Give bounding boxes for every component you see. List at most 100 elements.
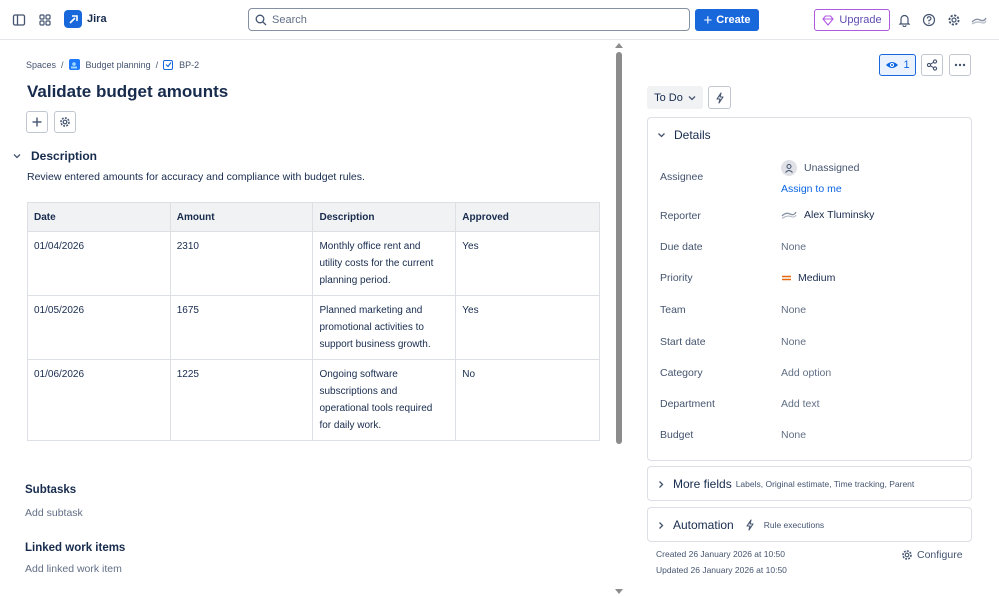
priority-medium-icon — [782, 275, 791, 281]
plus-icon: + — [703, 11, 713, 29]
sidebar-toggle-icon[interactable] — [8, 9, 30, 31]
lightning-icon — [746, 519, 754, 531]
description-line: Monthly office rent and — [319, 241, 421, 252]
team-value[interactable]: None — [781, 304, 806, 316]
chevron-right-icon — [659, 521, 664, 529]
more-fields-header[interactable]: More fields Labels, Original estimate, T… — [657, 477, 914, 491]
search-box[interactable] — [248, 8, 690, 31]
help-icon[interactable] — [918, 9, 940, 31]
description-line: utility costs for the current — [319, 258, 434, 269]
watch-button[interactable]: 1 — [879, 54, 916, 76]
amount-cell: 1225 — [169, 359, 314, 441]
details-header[interactable]: Details — [657, 128, 711, 142]
automation-actions-button[interactable] — [708, 86, 731, 109]
column-header: Description — [312, 202, 457, 232]
breadcrumb-project[interactable]: Budget planning — [86, 60, 151, 70]
breadcrumb-issue-key[interactable]: BP-2 — [179, 60, 199, 70]
description-line: for daily work. — [319, 420, 382, 431]
budget-table: Date Amount Description Approved 01/04/2… — [27, 202, 600, 441]
settings-gear-icon[interactable] — [943, 9, 965, 31]
table-row: 01/04/2026 2310 Monthly office rent and … — [27, 231, 600, 296]
start-date-label: Start date — [660, 336, 706, 348]
approved-cell: Yes — [455, 295, 600, 360]
assignee-value[interactable]: Unassigned — [781, 160, 859, 176]
description-cell: Monthly office rent and utility costs fo… — [312, 231, 457, 296]
reporter-value[interactable]: Alex Tluminsky — [781, 209, 874, 221]
chevron-down-icon — [658, 133, 665, 138]
description-cell: Ongoing software subscriptions and opera… — [312, 359, 457, 441]
jira-logo[interactable]: Jira — [64, 10, 107, 28]
reporter-avatar-icon — [781, 211, 797, 219]
page-title[interactable]: Validate budget amounts — [27, 82, 228, 102]
description-heading[interactable]: Description — [9, 149, 97, 163]
team-label: Team — [660, 304, 686, 316]
description-line: operational tools required — [319, 403, 433, 414]
description-heading-label: Description — [31, 149, 98, 163]
description-line: subscriptions and — [319, 386, 398, 397]
task-checkbox-icon — [163, 59, 174, 70]
notifications-icon[interactable] — [893, 9, 915, 31]
description-line: promotional activities to — [319, 322, 424, 333]
date-cell: 01/06/2026 — [27, 359, 171, 441]
create-button[interactable]: + Create — [695, 9, 759, 31]
description-cell: Planned marketing and promotional activi… — [312, 295, 457, 360]
category-label: Category — [660, 367, 703, 379]
share-button[interactable] — [921, 54, 943, 76]
scroll-up-arrow[interactable] — [615, 43, 623, 48]
add-subtask-link[interactable]: Add subtask — [25, 507, 83, 519]
start-date-value[interactable]: None — [781, 336, 806, 348]
department-label: Department — [660, 398, 715, 410]
more-actions-button[interactable] — [949, 54, 971, 76]
search-input[interactable] — [272, 13, 672, 26]
app-switcher-icon[interactable] — [34, 9, 56, 31]
assignee-name: Unassigned — [804, 162, 860, 174]
chevron-down-icon — [13, 154, 21, 159]
automation-header[interactable]: Automation Rule executions — [657, 518, 824, 532]
add-linked-work-item-link[interactable]: Add linked work item — [25, 563, 122, 575]
due-date-value[interactable]: None — [781, 241, 806, 253]
upgrade-button[interactable]: Upgrade — [814, 9, 890, 31]
priority-value[interactable]: Medium — [781, 272, 835, 284]
description-text[interactable]: Review entered amounts for accuracy and … — [27, 171, 365, 183]
breadcrumb-spaces[interactable]: Spaces — [26, 60, 56, 70]
table-row: 01/05/2026 1675 Planned marketing and pr… — [27, 295, 600, 360]
more-horizontal-icon — [954, 63, 966, 67]
amount-cell: 2310 — [169, 231, 314, 296]
status-dropdown[interactable]: To Do — [647, 86, 703, 109]
search-icon — [255, 14, 267, 25]
assign-to-me-link[interactable]: Assign to me — [781, 183, 842, 195]
breadcrumb: Spaces / Budget planning / BP-2 — [26, 59, 200, 70]
more-fields-title: More fields — [673, 477, 732, 491]
scroll-down-arrow[interactable] — [615, 589, 623, 594]
budget-value[interactable]: None — [781, 429, 806, 441]
configure-label: Configure — [917, 549, 963, 561]
priority-text: Medium — [798, 272, 836, 284]
department-value[interactable]: Add text — [781, 398, 820, 410]
updated-timestamp: Updated 26 January 2026 at 10:50 — [656, 565, 787, 575]
description-line: planning period. — [319, 275, 391, 286]
user-avatar-icon[interactable] — [968, 9, 990, 31]
more-fields-subtitle: Labels, Original estimate, Time tracking… — [735, 479, 915, 489]
app-name: Jira — [87, 13, 107, 25]
gear-icon — [60, 117, 70, 127]
created-timestamp: Created 26 January 2026 at 10:50 — [656, 549, 786, 559]
gear-icon — [902, 550, 912, 560]
configure-button[interactable]: Configure — [901, 549, 963, 561]
gem-icon — [822, 14, 835, 26]
column-header: Approved — [455, 202, 600, 232]
automation-subtitle: Rule executions — [763, 520, 825, 530]
chevron-right-icon — [659, 480, 664, 488]
column-header: Amount — [169, 202, 314, 232]
priority-label: Priority — [660, 272, 693, 284]
reporter-name: Alex Tluminsky — [804, 209, 875, 221]
description-line: support business growth. — [319, 339, 431, 350]
status-label: To Do — [654, 91, 683, 104]
add-button[interactable] — [26, 111, 48, 133]
date-cell: 01/05/2026 — [27, 295, 171, 360]
category-value[interactable]: Add option — [781, 367, 831, 379]
plus-icon — [32, 117, 42, 127]
apps-button[interactable] — [54, 111, 76, 133]
scrollbar-thumb[interactable] — [616, 52, 622, 444]
share-icon — [926, 59, 938, 71]
budget-label: Budget — [660, 429, 694, 441]
